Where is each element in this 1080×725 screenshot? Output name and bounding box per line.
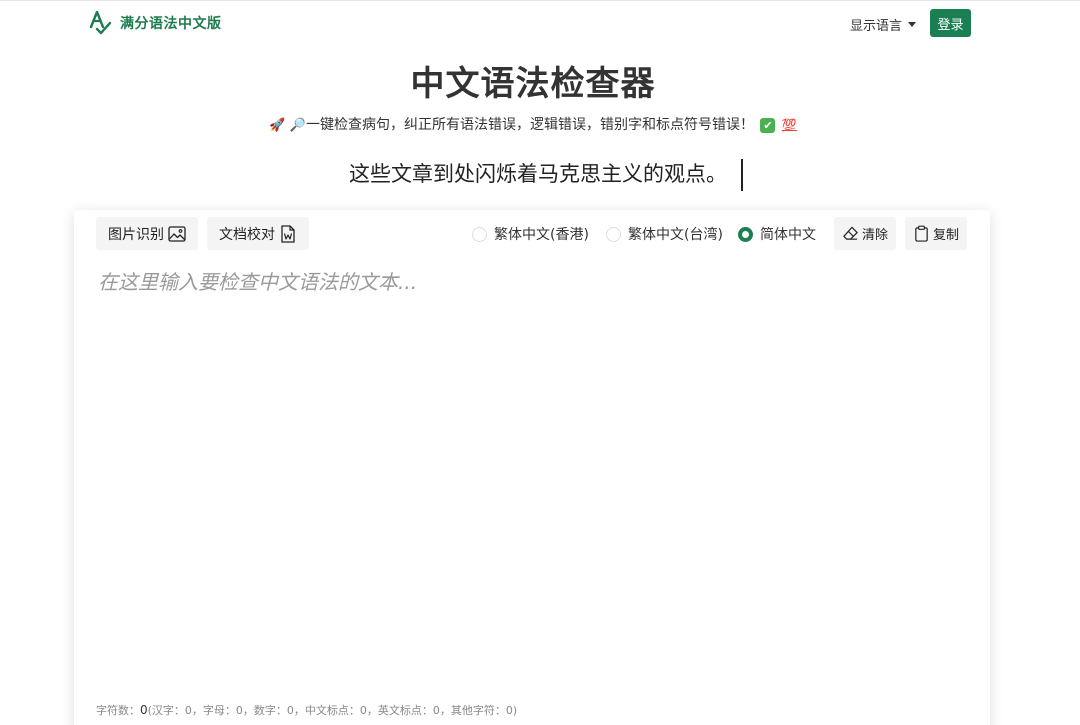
- radio-simplified[interactable]: 简体中文: [738, 224, 816, 244]
- radio-simplified-label: 简体中文: [760, 227, 816, 243]
- eraser-icon: [843, 226, 858, 240]
- brand-name: 满分语法中文版: [120, 16, 222, 32]
- radio-traditional-tw-label: 繁体中文(台湾): [628, 227, 723, 243]
- caret-down-icon: [908, 22, 917, 27]
- text-cursor: [741, 159, 743, 191]
- doc-check-button[interactable]: 文档校对: [207, 217, 309, 250]
- radio-traditional-tw-circle[interactable]: [606, 226, 621, 242]
- radio-traditional-hk-circle[interactable]: [472, 226, 487, 242]
- copy-button[interactable]: 复制: [905, 217, 968, 250]
- tagline: 🚀 🔎一键检查病句，纠正所有语法错误，逻辑错误，错别字和标点符号错误！ ✔ 💯: [0, 114, 1066, 134]
- editor-card: 图片识别 文档校对 繁体中文(香港) 繁体中文(台湾) 简体中文 清除 复制 在…: [74, 210, 990, 725]
- character-count-detail: (汉字：0，字母：0，数字：0，中文标点：0，英文标点：0，其他字符：0): [147, 704, 518, 717]
- page-title: 中文语法检查器: [410, 64, 656, 104]
- hundred-points-icon: 💯: [781, 118, 797, 132]
- display-language-menu[interactable]: 显示语言: [850, 15, 917, 34]
- typing-example-text: 这些文章到处闪烁着马克思主义的观点。: [349, 162, 727, 186]
- radio-traditional-hk-label: 繁体中文(香港): [494, 227, 589, 243]
- magnifier-icon: 🔎: [289, 117, 306, 133]
- typing-example: 这些文章到处闪烁着马克思主义的观点。: [0, 158, 1080, 191]
- character-count-value: 0: [140, 703, 148, 717]
- brand-logo[interactable]: 满分语法中文版: [88, 10, 222, 36]
- character-count: 字符数：0(汉字：0，字母：0，数字：0，中文标点：0，英文标点：0，其他字符：…: [96, 702, 517, 718]
- rocket-icon: 🚀: [269, 117, 286, 133]
- image-ocr-label: 图片识别: [108, 226, 164, 243]
- brand-logo-icon: [89, 10, 112, 35]
- image-ocr-button[interactable]: 图片识别: [96, 217, 198, 250]
- clear-button[interactable]: 清除: [834, 217, 897, 250]
- grammar-text-input[interactable]: [98, 266, 968, 686]
- radio-traditional-tw[interactable]: 繁体中文(台湾): [606, 224, 723, 244]
- clear-label: 清除: [862, 228, 889, 243]
- image-icon: [168, 225, 186, 242]
- checkmark-emoji-icon: ✔: [760, 117, 776, 133]
- clipboard-icon: [915, 225, 928, 242]
- copy-label: 复制: [933, 228, 960, 243]
- doc-check-label: 文档校对: [219, 226, 275, 243]
- login-button[interactable]: 登录: [930, 9, 971, 37]
- radio-simplified-circle[interactable]: [738, 226, 753, 242]
- top-border: [0, 0, 1080, 1]
- character-count-label: 字符数：: [96, 704, 140, 717]
- radio-traditional-hk[interactable]: 繁体中文(香港): [472, 224, 589, 244]
- word-doc-icon: [281, 224, 295, 243]
- display-language-label: 显示语言: [850, 19, 903, 34]
- tagline-text: 一键检查病句，纠正所有语法错误，逻辑错误，错别字和标点符号错误！: [305, 117, 754, 133]
